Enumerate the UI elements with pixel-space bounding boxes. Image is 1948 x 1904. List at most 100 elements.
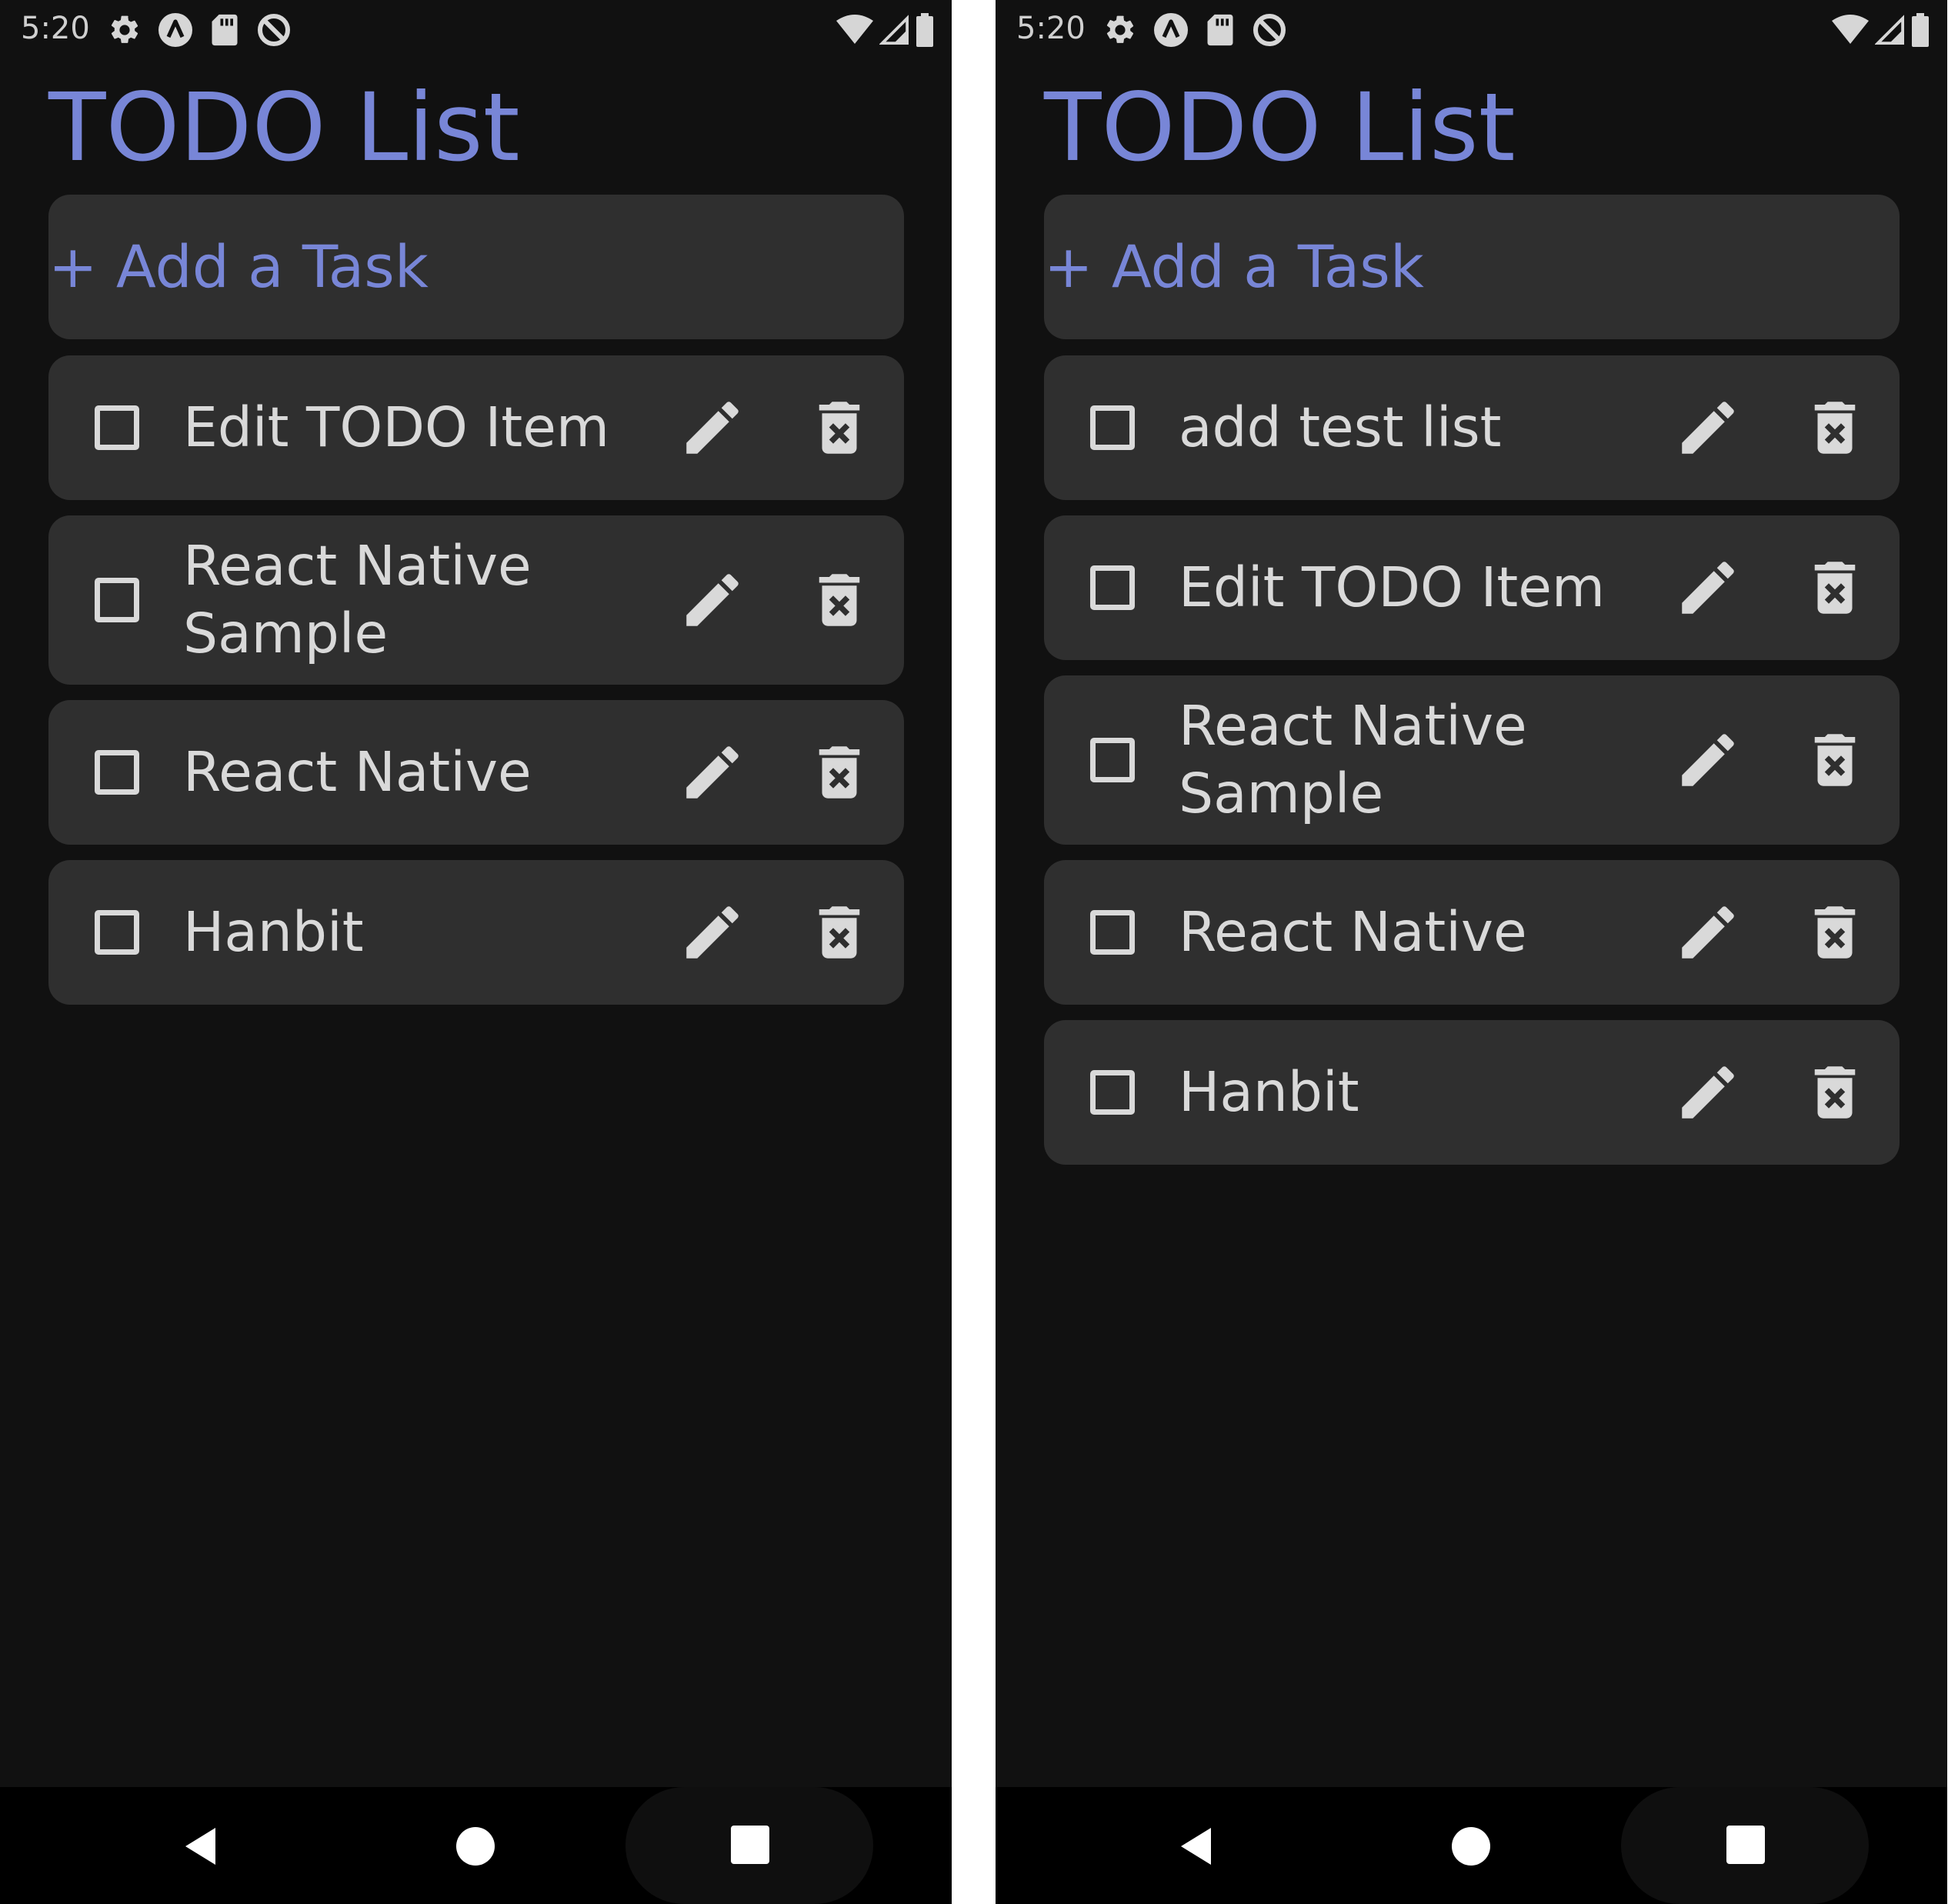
task-text: React Native Sample xyxy=(183,534,532,665)
status-icons-right xyxy=(1832,12,1930,48)
home-icon[interactable] xyxy=(1452,1827,1490,1866)
task-list: Edit TODO Item React Native Sample React… xyxy=(48,355,904,1020)
pencil-icon xyxy=(1682,402,1734,454)
task-checkbox[interactable] xyxy=(1090,405,1135,450)
recents-icon[interactable] xyxy=(1726,1826,1765,1864)
delete-button[interactable] xyxy=(1800,725,1870,795)
sd-card-icon xyxy=(209,13,240,47)
delete-button[interactable] xyxy=(1800,393,1870,462)
status-icons-left xyxy=(108,11,292,49)
task-item: Edit TODO Item xyxy=(1044,515,1900,660)
trash-icon xyxy=(819,402,860,454)
status-time: 5:20 xyxy=(1016,11,1086,46)
task-item: React Native xyxy=(48,700,904,845)
add-task-button[interactable]: + Add a Task xyxy=(1044,195,1900,339)
edit-button[interactable] xyxy=(1673,393,1743,462)
task-text: React Native xyxy=(1179,900,1527,964)
task-text: Hanbit xyxy=(183,900,364,964)
task-list: add test list Edit TODO Item React Nativ… xyxy=(1044,355,1900,1180)
task-text: Edit TODO Item xyxy=(183,395,610,459)
task-text: Hanbit xyxy=(1179,1060,1359,1124)
task-checkbox[interactable] xyxy=(1090,1070,1135,1115)
delete-button[interactable] xyxy=(1800,898,1870,967)
edit-button[interactable] xyxy=(1673,1058,1743,1127)
status-icons-left xyxy=(1103,11,1288,49)
task-text: add test list xyxy=(1179,395,1502,459)
task-checkbox[interactable] xyxy=(95,910,139,955)
trash-icon xyxy=(1814,1066,1856,1119)
status-icons-right xyxy=(836,12,935,48)
back-icon[interactable] xyxy=(178,1823,225,1869)
task-item: Hanbit xyxy=(48,860,904,1005)
add-task-button[interactable]: + Add a Task xyxy=(48,195,904,339)
trash-icon xyxy=(819,746,860,799)
sync-icon xyxy=(1251,12,1288,48)
trash-icon xyxy=(819,906,860,959)
delete-button[interactable] xyxy=(805,738,874,807)
app-title: TODO List xyxy=(48,73,520,182)
battery-icon xyxy=(915,13,935,47)
task-checkbox[interactable] xyxy=(95,578,139,622)
task-item: React Native Sample xyxy=(1044,675,1900,845)
task-item: Edit TODO Item xyxy=(48,355,904,500)
task-text: React Native xyxy=(183,740,532,804)
task-item: React Native xyxy=(1044,860,1900,1005)
sync-icon xyxy=(255,12,292,48)
pencil-icon xyxy=(686,746,739,799)
edit-button[interactable] xyxy=(678,738,747,807)
trash-icon xyxy=(1814,402,1856,454)
wifi-icon xyxy=(836,15,873,45)
task-item: add test list xyxy=(1044,355,1900,500)
pencil-icon xyxy=(1682,906,1734,959)
task-text: Edit TODO Item xyxy=(1179,555,1606,619)
recents-icon[interactable] xyxy=(731,1826,769,1864)
pencil-icon xyxy=(1682,1066,1734,1119)
app-title: TODO List xyxy=(1044,73,1516,182)
status-time: 5:20 xyxy=(21,11,90,46)
delete-button[interactable] xyxy=(1800,1058,1870,1127)
task-checkbox[interactable] xyxy=(1090,910,1135,955)
edit-button[interactable] xyxy=(678,898,747,967)
status-bar: 5:20 xyxy=(996,0,1947,60)
phone-screen-left: 5:20 TODO List + Add a Task Edit TODO It… xyxy=(0,0,952,1904)
signal-icon xyxy=(879,15,909,45)
phone-screen-right: 5:20 TODO List + Add a Task add test lis… xyxy=(996,0,1947,1904)
a-badge-icon xyxy=(157,12,194,48)
trash-icon xyxy=(1814,734,1856,786)
settings-icon xyxy=(1103,13,1137,47)
pencil-icon xyxy=(1682,734,1734,786)
edit-button[interactable] xyxy=(1673,553,1743,622)
trash-icon xyxy=(819,574,860,626)
delete-button[interactable] xyxy=(1800,553,1870,622)
add-task-label: + Add a Task xyxy=(1044,232,1424,301)
task-checkbox[interactable] xyxy=(1090,738,1135,782)
delete-button[interactable] xyxy=(805,393,874,462)
task-item: React Native Sample xyxy=(48,515,904,685)
signal-icon xyxy=(1875,15,1904,45)
a-badge-icon xyxy=(1152,12,1189,48)
wifi-icon xyxy=(1832,15,1869,45)
delete-button[interactable] xyxy=(805,565,874,635)
add-task-label: + Add a Task xyxy=(48,232,429,301)
task-item: Hanbit xyxy=(1044,1020,1900,1165)
settings-icon xyxy=(108,13,142,47)
pencil-icon xyxy=(686,574,739,626)
trash-icon xyxy=(1814,906,1856,959)
delete-button[interactable] xyxy=(805,898,874,967)
home-icon[interactable] xyxy=(456,1827,495,1866)
pencil-icon xyxy=(686,402,739,454)
sd-card-icon xyxy=(1205,13,1236,47)
edit-button[interactable] xyxy=(1673,725,1743,795)
status-bar: 5:20 xyxy=(0,0,952,60)
edit-button[interactable] xyxy=(678,393,747,462)
back-icon[interactable] xyxy=(1174,1823,1220,1869)
battery-icon xyxy=(1910,13,1930,47)
task-checkbox[interactable] xyxy=(95,405,139,450)
pencil-icon xyxy=(686,906,739,959)
pencil-icon xyxy=(1682,562,1734,614)
edit-button[interactable] xyxy=(1673,898,1743,967)
trash-icon xyxy=(1814,562,1856,614)
task-checkbox[interactable] xyxy=(1090,565,1135,610)
task-checkbox[interactable] xyxy=(95,750,139,795)
edit-button[interactable] xyxy=(678,565,747,635)
